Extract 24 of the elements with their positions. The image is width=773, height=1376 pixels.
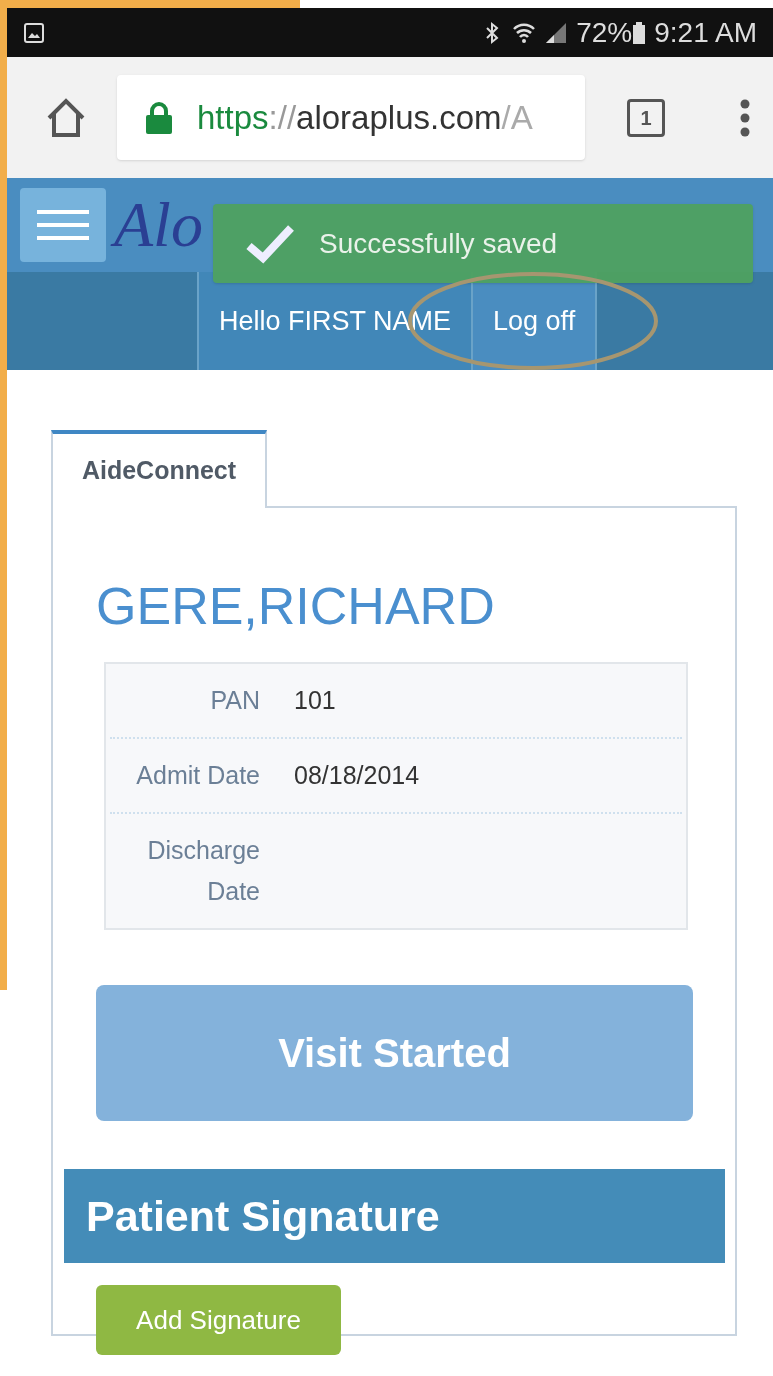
menu-icon[interactable] [739, 98, 751, 137]
field-label: Discharge Date [146, 835, 260, 907]
field-label: Admit Date [135, 760, 260, 791]
menu-icon [37, 209, 89, 241]
patient-name: GERE,RICHARD [96, 580, 496, 632]
visit-started-button[interactable]: Visit Started [96, 985, 693, 1121]
tab[interactable]: AideConnect [51, 430, 267, 508]
address-bar[interactable]: https://aloraplus.com/A [117, 75, 585, 160]
toast-message: Successfully saved [319, 226, 558, 261]
field-label: PAN [209, 685, 260, 716]
field-value: 08/18/2014 [294, 760, 420, 791]
clock-text: 9:21 AM [654, 15, 757, 50]
home-icon[interactable] [45, 97, 87, 138]
field-value: 101 [294, 685, 336, 716]
bluetooth-icon [484, 20, 501, 45]
battery-icon [632, 20, 647, 45]
section-title: Patient Signature [86, 1190, 440, 1242]
check-icon [245, 223, 295, 264]
tab-switcher-button[interactable]: 1 [627, 98, 665, 137]
add-signature-button[interactable]: Add Signature [96, 1285, 341, 1355]
gallery-icon [23, 21, 45, 44]
url-text: https://aloraplus.com/A [197, 97, 533, 138]
lock-icon [145, 100, 173, 135]
battery-text: 72% [576, 15, 633, 50]
